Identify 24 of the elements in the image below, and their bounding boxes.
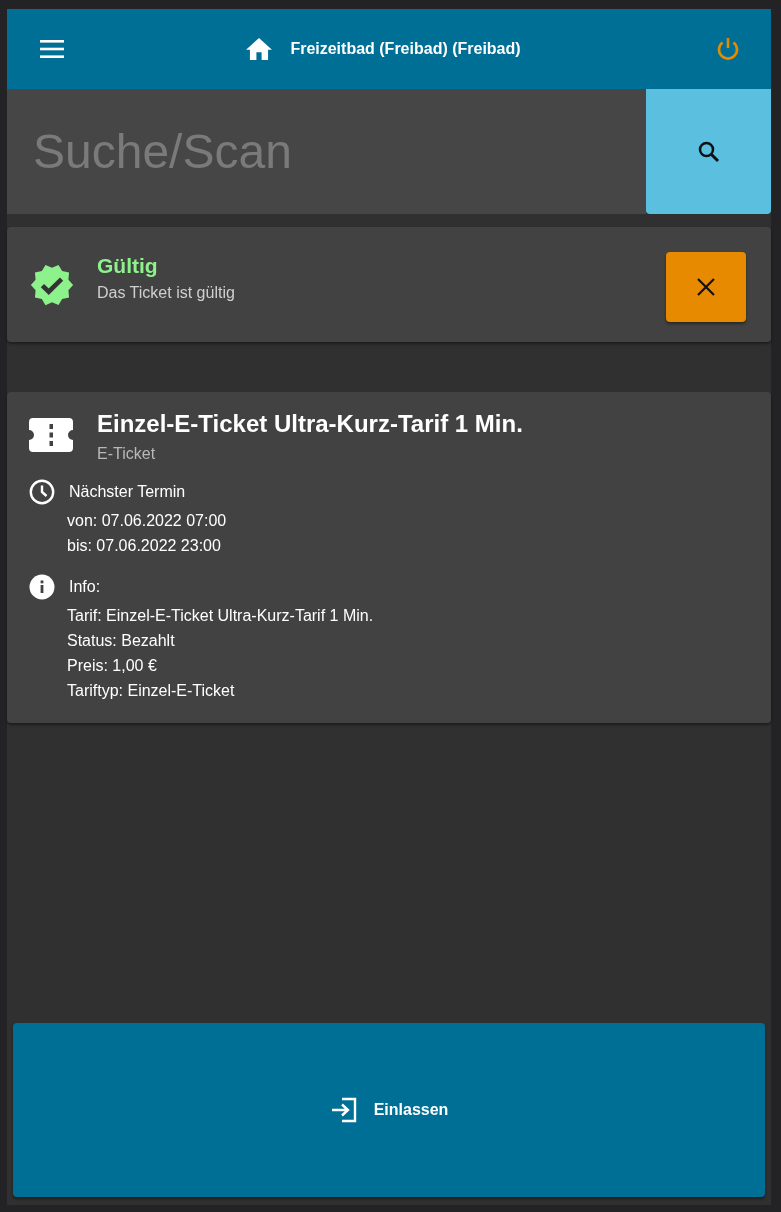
info-icon (29, 574, 55, 600)
app-title: Freizeitbad (Freibad) (Freibad) (290, 40, 521, 58)
status-message: Das Ticket ist gültig (97, 283, 236, 302)
login-icon (329, 1097, 358, 1123)
detail-line: Tarif: Einzel-E-Ticket Ultra-Kurz-Tarif 1 Min. (67, 606, 375, 626)
ticket-title: Einzel-E-Ticket Ultra-Kurz-Tarif 1 Min. (97, 410, 523, 438)
power-icon[interactable] (715, 36, 741, 62)
detail-line: Tariftyp: Einzel-E-Ticket (67, 681, 236, 701)
section-heading: Info: (69, 578, 101, 596)
detail-line: von: 07.06.2022 07:00 (67, 511, 228, 531)
section-heading: Nächster Termin (69, 483, 186, 501)
detail-line: bis: 07.06.2022 23:00 (67, 536, 222, 556)
admit-button[interactable]: Einlassen (13, 1023, 765, 1197)
close-icon (697, 277, 715, 296)
status-title: Gültig (97, 253, 159, 278)
detail-line: Status: Bezahlt (67, 631, 176, 651)
home-icon (246, 38, 273, 60)
menu-icon[interactable] (40, 40, 64, 58)
ticket-icon (29, 418, 73, 452)
clock-icon (29, 479, 55, 505)
detail-line: Preis: 1,00 € (67, 656, 158, 676)
ticket-type: E-Ticket (97, 445, 157, 463)
search-icon (697, 140, 720, 163)
close-button[interactable] (666, 251, 746, 322)
